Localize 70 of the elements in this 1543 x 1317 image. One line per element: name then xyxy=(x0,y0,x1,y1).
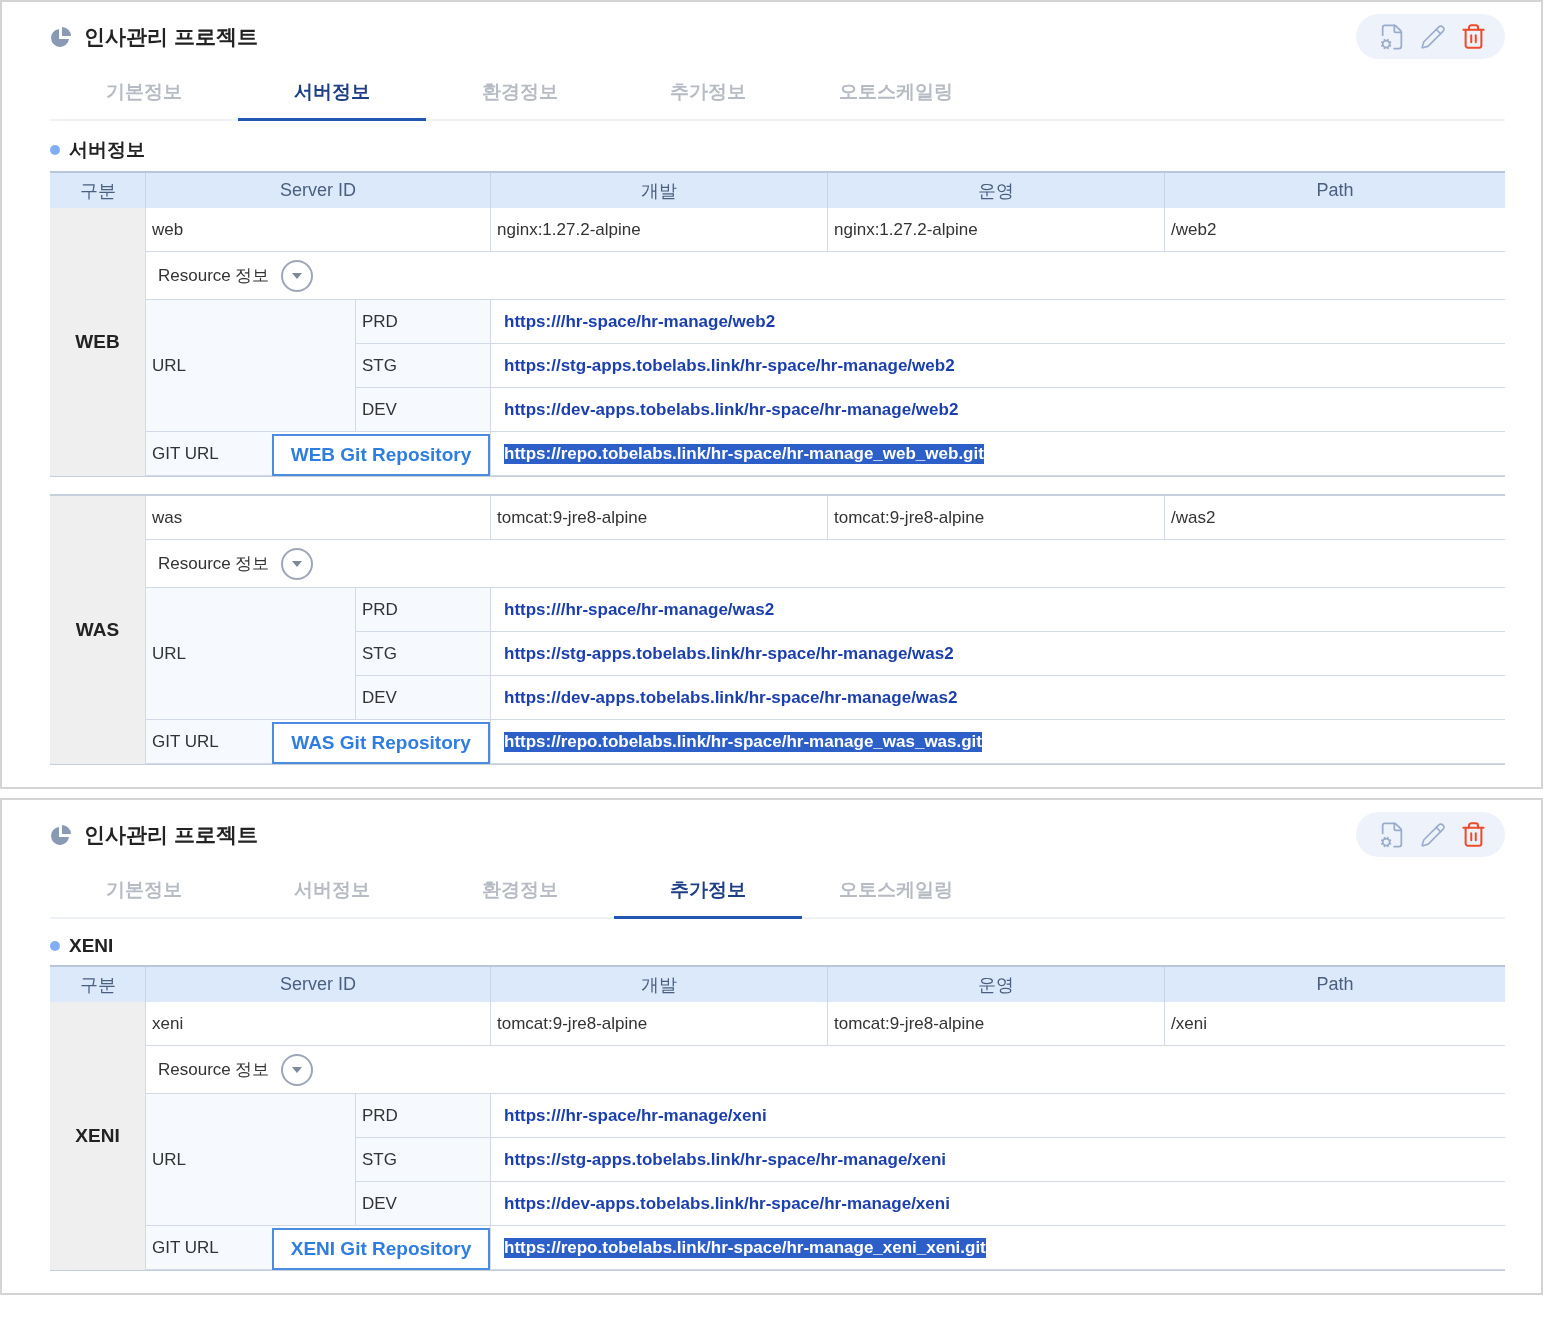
column-header: 구분 xyxy=(78,179,117,203)
resource-label: Resource 정보 xyxy=(158,1059,270,1081)
url-link[interactable]: https://stg-apps.tobelabs.link/hr-space/hr-manage/web2 xyxy=(497,355,955,376)
git-label-cell: GIT URL xyxy=(145,432,272,476)
url-label-cell: URL xyxy=(145,1094,355,1226)
resource-label: Resource 정보 xyxy=(158,265,270,287)
git-repository-button[interactable]: XENI Git Repository xyxy=(272,1228,490,1270)
git-label-cell: GIT URL xyxy=(145,720,272,764)
tab[interactable]: 추가정보 xyxy=(614,863,802,919)
table-cell: nginx:1.27.2-alpine xyxy=(490,208,827,252)
table-cell: tomcat:9-jre8-alpine xyxy=(490,1002,827,1046)
url-link[interactable]: https://stg-apps.tobelabs.link/hr-space/hr-manage/was2 xyxy=(497,643,954,664)
table-cell: /xeni xyxy=(1164,1002,1505,1046)
git-label-cell: GIT URL xyxy=(145,1226,272,1270)
env-cell: PRD xyxy=(355,1094,490,1138)
table-cell: web xyxy=(145,208,490,252)
pie-chart-icon xyxy=(50,25,72,48)
env-cell: STG xyxy=(355,344,490,388)
env-cell: PRD xyxy=(355,300,490,344)
bullet-icon xyxy=(50,941,60,951)
url-label-cell: URL xyxy=(145,300,355,432)
dropdown-toggle[interactable] xyxy=(281,259,314,292)
table-cell: /was2 xyxy=(1164,496,1505,540)
url-link[interactable]: https:///hr-space/hr-manage/web2 xyxy=(497,311,776,332)
table-cell: was xyxy=(145,496,490,540)
env-cell: DEV xyxy=(355,388,490,432)
bullet-icon xyxy=(50,145,60,155)
pie-chart-icon xyxy=(50,823,72,846)
column-header: 구분 xyxy=(78,973,117,997)
edit-icon[interactable] xyxy=(1420,23,1446,50)
delete-icon[interactable] xyxy=(1460,821,1487,848)
table-cell: tomcat:9-jre8-alpine xyxy=(490,496,827,540)
table-cell: tomcat:9-jre8-alpine xyxy=(827,496,1164,540)
env-cell: STG xyxy=(355,632,490,676)
dropdown-toggle[interactable] xyxy=(281,1053,314,1086)
git-repository-button[interactable]: WEB Git Repository xyxy=(272,434,490,476)
env-cell: STG xyxy=(355,1138,490,1182)
resource-label: Resource 정보 xyxy=(158,553,270,575)
git-repository-button[interactable]: WAS Git Repository xyxy=(272,722,490,764)
tab[interactable]: 서버정보 xyxy=(238,65,426,121)
url-link[interactable]: https://dev-apps.tobelabs.link/hr-space/hr-manage/xeni xyxy=(497,1193,950,1214)
url-link[interactable]: https:///hr-space/hr-manage/xeni xyxy=(497,1105,767,1126)
git-url-link[interactable]: https://repo.tobelabs.link/hr-space/hr-manage_xeni_xeni.git xyxy=(504,1237,986,1258)
env-cell: DEV xyxy=(355,676,490,720)
git-url-link[interactable]: https://repo.tobelabs.link/hr-space/hr-manage_was_was.git xyxy=(504,731,982,752)
project-title: 인사관리 프로젝트 xyxy=(84,23,258,50)
url-link[interactable]: https://dev-apps.tobelabs.link/hr-space/hr-manage/was2 xyxy=(497,687,958,708)
category-cell: XENI xyxy=(50,1002,145,1270)
section-title: XENI xyxy=(69,935,114,957)
url-label-cell: URL xyxy=(145,588,355,720)
table-cell: nginx:1.27.2-alpine xyxy=(827,208,1164,252)
edit-icon[interactable] xyxy=(1420,821,1446,848)
env-cell: PRD xyxy=(355,588,490,632)
category-cell: WEB xyxy=(50,208,145,476)
category-cell: WAS xyxy=(50,496,145,764)
project-title: 인사관리 프로젝트 xyxy=(84,821,258,848)
env-cell: DEV xyxy=(355,1182,490,1226)
table-cell: /web2 xyxy=(1164,208,1505,252)
url-link[interactable]: https://stg-apps.tobelabs.link/hr-space/hr-manage/xeni xyxy=(497,1149,947,1170)
caret-icon xyxy=(291,559,304,568)
url-link[interactable]: https:///hr-space/hr-manage/was2 xyxy=(497,599,775,620)
table-cell: xeni xyxy=(145,1002,490,1046)
table-cell: tomcat:9-jre8-alpine xyxy=(827,1002,1164,1046)
caret-icon xyxy=(291,1065,304,1074)
caret-icon xyxy=(291,271,304,280)
section-title: 서버정보 xyxy=(69,138,145,162)
url-link[interactable]: https://dev-apps.tobelabs.link/hr-space/hr-manage/web2 xyxy=(497,399,959,420)
git-url-link[interactable]: https://repo.tobelabs.link/hr-space/hr-manage_web_web.git xyxy=(504,443,984,464)
delete-icon[interactable] xyxy=(1460,23,1487,50)
dropdown-toggle[interactable] xyxy=(281,547,314,580)
